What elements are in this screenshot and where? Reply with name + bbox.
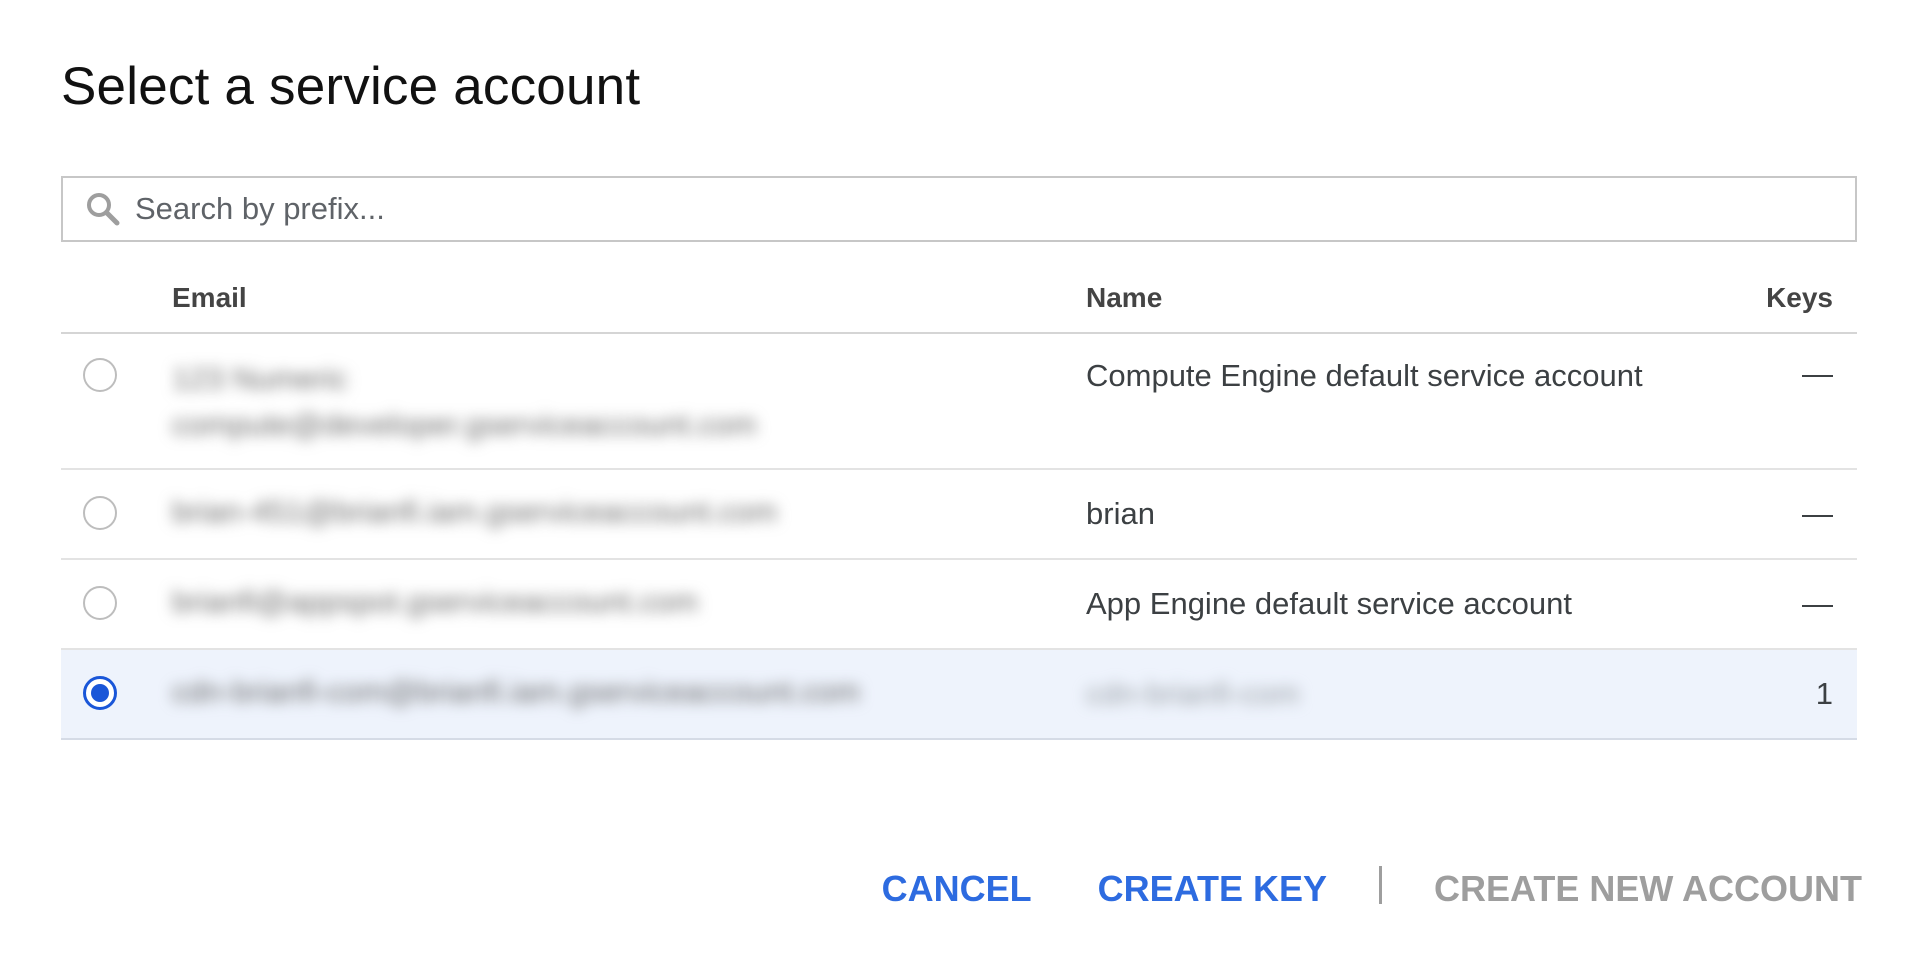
email-line: 123 Numeric <box>172 361 348 396</box>
column-header-keys: Keys <box>1766 282 1833 313</box>
email-cell: brianfi@appspot.gserviceaccount.com <box>172 584 698 620</box>
name-cell: Compute Engine default service account <box>1086 358 1643 393</box>
row-radio[interactable] <box>83 496 117 530</box>
keys-cell: 1 <box>1815 676 1833 711</box>
email-line: cdn-brianfi-com@brianfi.iam.gserviceacco… <box>172 674 860 709</box>
cancel-button[interactable]: CANCEL <box>882 868 1032 910</box>
create-key-button[interactable]: CREATE KEY <box>1098 868 1327 910</box>
table-row-selected[interactable]: cdn-brianfi-com@brianfi.iam.gserviceacco… <box>61 650 1857 740</box>
email-cell: cdn-brianfi-com@brianfi.iam.gserviceacco… <box>172 674 860 710</box>
table-row[interactable]: brianfi@appspot.gserviceaccount.com App … <box>61 560 1857 650</box>
search-input[interactable] <box>135 191 1735 227</box>
name-cell: brian <box>1086 496 1155 531</box>
row-radio-checked[interactable] <box>83 676 117 710</box>
column-header-name: Name <box>1086 282 1163 313</box>
service-accounts-table: Email Name Keys 123 Numeric compute@deve… <box>61 270 1857 740</box>
search-box[interactable] <box>61 176 1857 242</box>
name-cell: cdn-brianfi-com <box>1086 676 1300 711</box>
select-service-account-dialog: Select a service account Email Name Keys… <box>0 0 1920 957</box>
search-icon <box>81 187 125 231</box>
column-header-email: Email <box>172 282 247 313</box>
keys-cell: — <box>1802 356 1833 391</box>
table-row[interactable]: 123 Numeric compute@developer.gserviceac… <box>61 334 1857 470</box>
table-row[interactable]: brian-451@brianfi.iam.gserviceaccount.co… <box>61 470 1857 560</box>
table-header: Email Name Keys <box>61 270 1857 334</box>
email-line: brian-451@brianfi.iam.gserviceaccount.co… <box>172 494 778 529</box>
email-line: compute@developer.gserviceaccount.com <box>172 407 757 442</box>
row-radio[interactable] <box>83 586 117 620</box>
create-new-account-button[interactable]: CREATE NEW ACCOUNT <box>1434 868 1862 910</box>
keys-cell: — <box>1802 586 1833 621</box>
action-divider <box>1379 866 1383 904</box>
email-cell: 123 Numeric compute@developer.gserviceac… <box>172 356 757 448</box>
row-radio[interactable] <box>83 358 117 392</box>
dialog-actions: CANCEL CREATE KEY CREATE NEW ACCOUNT <box>882 862 1862 916</box>
keys-cell: — <box>1802 496 1833 531</box>
dialog-title: Select a service account <box>61 57 641 116</box>
email-line: brianfi@appspot.gserviceaccount.com <box>172 584 699 619</box>
email-cell: brian-451@brianfi.iam.gserviceaccount.co… <box>172 494 777 530</box>
name-cell: App Engine default service account <box>1086 586 1572 621</box>
